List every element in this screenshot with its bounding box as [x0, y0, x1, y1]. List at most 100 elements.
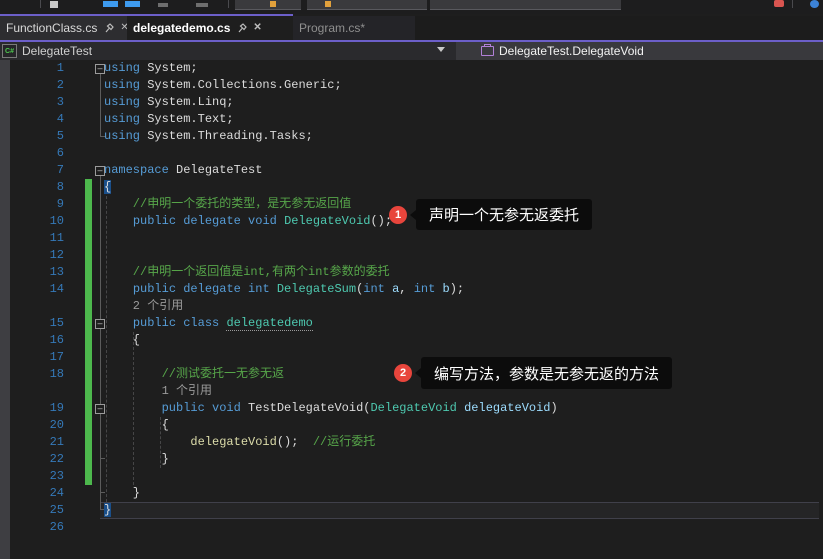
line-number[interactable]: 22 [0, 451, 64, 468]
line-number[interactable]: 21 [0, 434, 64, 451]
tab-label: Program.cs* [299, 21, 366, 35]
code-line[interactable]: 15 public class delegatedemo [0, 315, 823, 332]
code-text: //申明一个返回值是int,有两个int参数的委托 [104, 265, 390, 279]
toolbar-separator [40, 0, 41, 8]
code-line[interactable]: 4 using System.Text; [0, 111, 823, 128]
codelens-text: 2 个引用 [104, 299, 184, 313]
code-line[interactable]: 22 } [0, 451, 823, 468]
line-number[interactable]: 7 [0, 162, 64, 179]
tab-functionclass[interactable]: FunctionClass.cs ✕ [0, 16, 129, 40]
project-dropdown[interactable]: C# DelegateTest [0, 42, 456, 60]
search-box[interactable] [430, 0, 621, 10]
code-line[interactable]: 14 public delegate int DelegateSum(int a… [0, 281, 823, 298]
line-number[interactable]: 9 [0, 196, 64, 213]
redo-icon[interactable] [196, 3, 208, 7]
code-text: public delegate int DelegateSum(int a, i… [132, 282, 465, 296]
code-line[interactable]: 19 public void TestDelegateVoid(Delegate… [0, 400, 823, 417]
pin-icon[interactable] [104, 23, 115, 33]
member-dropdown[interactable]: DelegateTest.DelegateVoid [456, 42, 823, 60]
code-lines: 1 using System; 2 using System.Collections.… [0, 60, 823, 536]
code-line[interactable]: 23 [0, 468, 823, 485]
toolbar [0, 0, 823, 14]
toolbar-separator [228, 0, 229, 8]
tab-program[interactable]: Program.cs* [293, 16, 415, 40]
code-line[interactable]: 1 using System; [0, 60, 823, 77]
code-line[interactable]: 24 } [0, 485, 823, 502]
code-text: //测试委托一无参无返 [104, 367, 285, 381]
code-text: //申明一个委托的类型，是无参无返回值 [104, 197, 352, 211]
line-number[interactable]: 6 [0, 145, 64, 162]
fold-collapse-icon[interactable] [95, 166, 105, 176]
member-icon [481, 44, 494, 56]
line-number[interactable]: 11 [0, 230, 64, 247]
annotation-number-badge: 1 [389, 205, 407, 224]
line-number[interactable]: 1 [0, 60, 64, 77]
code-text: using System.Collections.Generic; [104, 78, 342, 92]
line-number[interactable]: 25 [0, 502, 64, 519]
line-number[interactable]: 24 [0, 485, 64, 502]
line-number[interactable]: 18 [0, 366, 64, 383]
text-color-icon[interactable] [125, 1, 140, 7]
code-line[interactable]: 26 [0, 519, 823, 536]
code-line[interactable]: 25} [0, 502, 823, 519]
undo-icon[interactable] [158, 3, 168, 7]
code-line[interactable]: 21 delegateVoid(); //运行委托 [0, 434, 823, 451]
line-number[interactable]: 14 [0, 281, 64, 298]
feedback-icon[interactable] [810, 0, 819, 8]
line-number[interactable]: 8 [0, 179, 64, 196]
code-line[interactable]: 16 { [0, 332, 823, 349]
code-text: delegateVoid(); //运行委托 [190, 435, 376, 449]
code-line[interactable]: 20 { [0, 417, 823, 434]
line-number[interactable]: 3 [0, 94, 64, 111]
save-icon[interactable] [50, 1, 58, 8]
line-number[interactable]: 26 [0, 519, 64, 536]
fold-collapse-icon[interactable] [95, 404, 105, 414]
code-line[interactable]: 3 using System.Linq; [0, 94, 823, 111]
chevron-down-icon[interactable] [437, 47, 445, 52]
line-number[interactable]: 15 [0, 315, 64, 332]
annotation-text: 声明一个无参无返委托 [416, 199, 593, 230]
close-icon[interactable]: ✕ [253, 23, 261, 33]
annotation-1: 1 声明一个无参无返委托 [389, 199, 593, 230]
pin-icon[interactable] [237, 23, 248, 33]
line-number[interactable]: 19 [0, 400, 64, 417]
code-text: public delegate void DelegateVoid(); [132, 214, 393, 228]
toolbar-separator [792, 0, 793, 8]
code-text: } [104, 486, 141, 500]
live-share-icon[interactable] [774, 0, 784, 7]
highlight-icon[interactable] [103, 1, 118, 7]
code-line[interactable]: 5 using System.Threading.Tasks; [0, 128, 823, 145]
line-number[interactable]: 16 [0, 332, 64, 349]
line-number[interactable]: 17 [0, 349, 64, 366]
tab-delegatedemo[interactable]: delegatedemo.cs ✕ [127, 16, 293, 40]
project-name: DelegateTest [22, 44, 93, 58]
line-number[interactable]: 20 [0, 417, 64, 434]
csharp-project-icon: C# [2, 44, 17, 58]
code-text: { [104, 180, 112, 194]
code-line[interactable]: 6 [0, 145, 823, 162]
code-text: { [104, 333, 141, 347]
line-number[interactable]: 23 [0, 468, 64, 485]
line-number[interactable]: 12 [0, 247, 64, 264]
code-line[interactable]: 13 //申明一个返回值是int,有两个int参数的委托 [0, 264, 823, 281]
line-number[interactable]: 4 [0, 111, 64, 128]
code-line[interactable]: 11 [0, 230, 823, 247]
dropdown-glyph-icon [270, 1, 276, 7]
code-line[interactable]: 12 [0, 247, 823, 264]
line-number[interactable]: 10 [0, 213, 64, 230]
navigation-bar: C# DelegateTest DelegateTest.DelegateVoi… [0, 42, 823, 60]
fold-collapse-icon[interactable] [95, 64, 105, 74]
document-tab-bar: FunctionClass.cs ✕ delegatedemo.cs ✕ Pro… [0, 16, 823, 40]
line-number[interactable]: 13 [0, 264, 64, 281]
line-number[interactable]: 5 [0, 128, 64, 145]
configuration-dropdown[interactable] [235, 0, 301, 10]
line-number[interactable]: 2 [0, 77, 64, 94]
codelens-row[interactable]: 2 个引用 [0, 298, 823, 315]
code-line[interactable]: 2 using System.Collections.Generic; [0, 77, 823, 94]
code-line[interactable]: 7 namespace DelegateTest [0, 162, 823, 179]
code-line[interactable]: 8{ [0, 179, 823, 196]
member-name: DelegateTest.DelegateVoid [499, 44, 644, 58]
code-text: using System.Threading.Tasks; [104, 129, 313, 143]
code-editor[interactable]: 1 using System; 2 using System.Collections.… [0, 60, 823, 559]
fold-collapse-icon[interactable] [95, 319, 105, 329]
